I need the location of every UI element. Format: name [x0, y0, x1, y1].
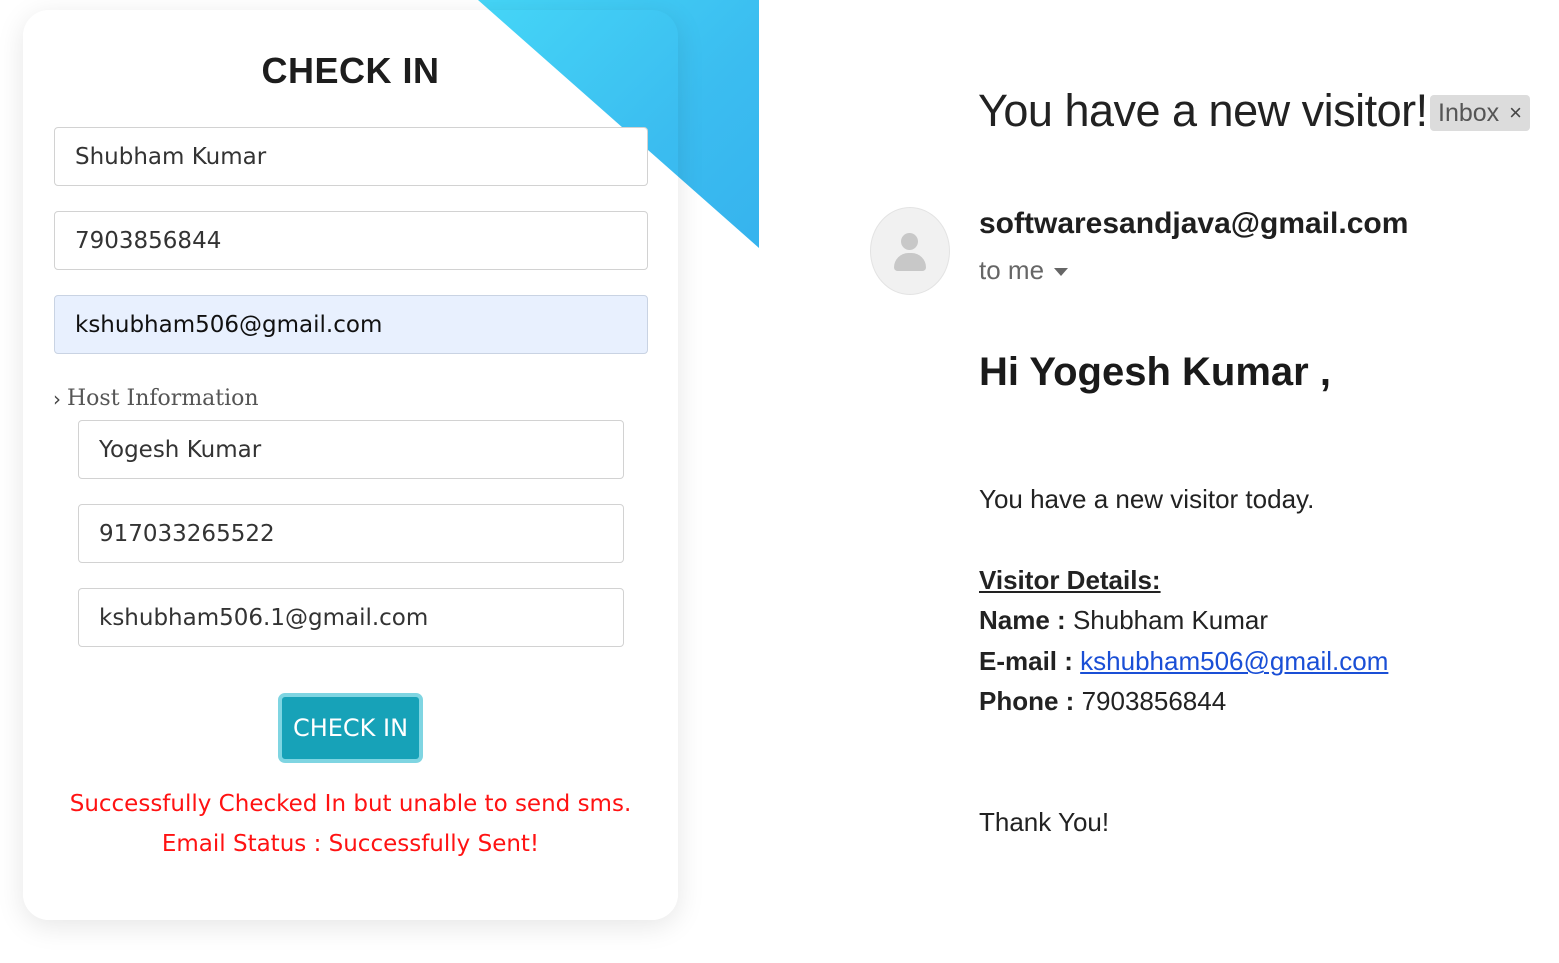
detail-row-email: E-mail : kshubham506@gmail.com: [979, 646, 1388, 677]
person-icon-body: [894, 253, 926, 271]
recipient-label: to me: [979, 255, 1045, 285]
detail-name-value: Shubham Kumar: [1072, 605, 1269, 635]
detail-email-link[interactable]: kshubham506@gmail.com: [1080, 646, 1388, 676]
sms-status-message: Successfully Checked In but unable to se…: [69, 791, 632, 817]
visitor-details-heading: Visitor Details:: [979, 565, 1161, 595]
visitor-email-input[interactable]: kshubham506@gmail.com: [54, 295, 648, 354]
detail-phone-label: Phone :: [979, 686, 1075, 716]
checkin-card: CHECK IN Shubham Kumar 7903856844 kshubh…: [23, 10, 678, 920]
detail-row-phone: Phone : 7903856844: [979, 686, 1226, 717]
visitor-email-value: kshubham506@gmail.com: [75, 311, 383, 338]
close-icon[interactable]: ×: [1509, 100, 1522, 126]
host-information-label: Host Information: [67, 386, 259, 411]
detail-phone-value: 7903856844: [1081, 686, 1227, 716]
recipient-details-toggle[interactable]: to me: [979, 255, 1069, 286]
host-information-toggle[interactable]: › Host Information: [53, 386, 259, 411]
checkin-button[interactable]: CHECK IN: [278, 693, 423, 763]
checkin-title: CHECK IN: [261, 50, 440, 91]
email-intro: You have a new visitor today.: [979, 484, 1315, 514]
caret-down-icon: [1054, 267, 1069, 276]
email-subject: You have a new visitor!: [978, 85, 1428, 136]
sender-address[interactable]: softwaresandjava@gmail.com: [979, 207, 1408, 241]
visitor-phone-value: 7903856844: [75, 227, 222, 254]
email-status-message: Email Status : Successfully Sent!: [161, 831, 540, 857]
email-greeting: Hi Yogesh Kumar ,: [979, 350, 1331, 394]
host-name-value: Yogesh Kumar: [99, 436, 262, 463]
inbox-label-text: Inbox: [1438, 98, 1500, 127]
sender-avatar: [870, 207, 950, 295]
person-icon-head: [901, 233, 918, 250]
detail-row-name: Name : Shubham Kumar: [979, 605, 1268, 636]
host-phone-value: 917033265522: [99, 520, 275, 547]
inbox-label-chip[interactable]: Inbox ×: [1430, 95, 1531, 131]
host-phone-input[interactable]: 917033265522: [78, 504, 624, 563]
visitor-name-value: Shubham Kumar: [75, 143, 267, 170]
detail-name-label: Name :: [979, 605, 1066, 635]
visitor-phone-input[interactable]: 7903856844: [54, 211, 648, 270]
host-name-input[interactable]: Yogesh Kumar: [78, 420, 624, 479]
chevron-right-icon: ›: [53, 386, 61, 411]
email-signoff: Thank You!: [979, 807, 1110, 837]
host-email-value: kshubham506.1@gmail.com: [99, 604, 429, 631]
visitor-name-input[interactable]: Shubham Kumar: [54, 127, 648, 186]
host-email-input[interactable]: kshubham506.1@gmail.com: [78, 588, 624, 647]
detail-email-label: E-mail :: [979, 646, 1073, 676]
